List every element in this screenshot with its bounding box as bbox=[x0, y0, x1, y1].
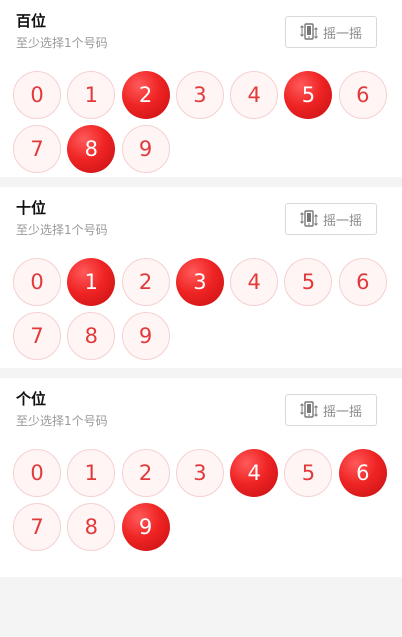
number-ball[interactable]: 2 bbox=[121, 71, 170, 119]
shake-button[interactable]: 摇一摇 bbox=[285, 16, 377, 48]
number-ball[interactable]: 4 bbox=[230, 71, 279, 119]
number-ball-grid: 0123456 789 bbox=[13, 258, 393, 366]
number-ball[interactable]: 2 bbox=[121, 258, 170, 306]
shake-button[interactable]: 摇一摇 bbox=[285, 203, 377, 235]
section-title: 十位 bbox=[16, 199, 47, 217]
number-ball[interactable]: 7 bbox=[13, 503, 61, 551]
number-ball[interactable]: 9 bbox=[121, 312, 170, 360]
phone-shake-icon bbox=[300, 210, 318, 227]
number-ball[interactable]: 3 bbox=[175, 449, 224, 497]
shake-button[interactable]: 摇一摇 bbox=[285, 394, 377, 426]
number-ball[interactable]: 6 bbox=[338, 449, 387, 497]
shake-button-label: 摇一摇 bbox=[322, 404, 362, 420]
number-ball[interactable]: 1 bbox=[67, 449, 116, 497]
digit-picker: 百位 至少选择1个号码 摇一摇 0123456789 十位 至少选择1个号码 摇… bbox=[0, 0, 402, 577]
number-ball[interactable]: 5 bbox=[284, 449, 333, 497]
position-section-1: 十位 至少选择1个号码 摇一摇 0123456 789 bbox=[0, 187, 402, 368]
number-ball[interactable]: 1 bbox=[67, 258, 116, 306]
section-hint: 至少选择1个号码 bbox=[16, 414, 108, 428]
number-ball[interactable]: 2 bbox=[121, 449, 170, 497]
number-ball[interactable]: 9 bbox=[121, 125, 170, 173]
phone-shake-icon bbox=[300, 23, 318, 40]
phone-shake-icon bbox=[300, 401, 318, 418]
number-ball[interactable]: 8 bbox=[67, 312, 116, 360]
number-ball[interactable]: 9 bbox=[121, 503, 170, 551]
section-hint: 至少选择1个号码 bbox=[16, 223, 108, 237]
number-ball[interactable]: 7 bbox=[13, 312, 61, 360]
number-ball[interactable]: 0 bbox=[13, 258, 61, 306]
position-section-0: 百位 至少选择1个号码 摇一摇 0123456 789 bbox=[0, 0, 402, 177]
number-ball[interactable]: 1 bbox=[67, 71, 116, 119]
number-ball[interactable]: 5 bbox=[284, 258, 333, 306]
number-ball[interactable]: 0 bbox=[13, 71, 61, 119]
shake-button-label: 摇一摇 bbox=[322, 26, 362, 42]
number-ball[interactable]: 5 bbox=[284, 71, 333, 119]
section-title: 个位 bbox=[16, 390, 47, 408]
number-ball[interactable]: 4 bbox=[230, 449, 279, 497]
number-ball-grid: 0123456 789 bbox=[13, 449, 393, 557]
number-ball[interactable]: 8 bbox=[67, 125, 116, 173]
position-section-2: 个位 至少选择1个号码 摇一摇 0123456 789 bbox=[0, 378, 402, 577]
number-ball[interactable]: 6 bbox=[338, 258, 387, 306]
number-ball[interactable]: 7 bbox=[13, 125, 61, 173]
number-ball[interactable]: 6 bbox=[338, 71, 387, 119]
number-ball[interactable]: 3 bbox=[175, 258, 224, 306]
number-ball[interactable]: 0 bbox=[13, 449, 61, 497]
number-ball-grid: 0123456 789 bbox=[13, 71, 393, 179]
shake-button-label: 摇一摇 bbox=[322, 213, 362, 229]
section-hint: 至少选择1个号码 bbox=[16, 36, 108, 50]
section-title: 百位 bbox=[16, 12, 47, 30]
number-ball[interactable]: 3 bbox=[175, 71, 224, 119]
number-ball[interactable]: 8 bbox=[67, 503, 116, 551]
number-ball[interactable]: 4 bbox=[230, 258, 279, 306]
